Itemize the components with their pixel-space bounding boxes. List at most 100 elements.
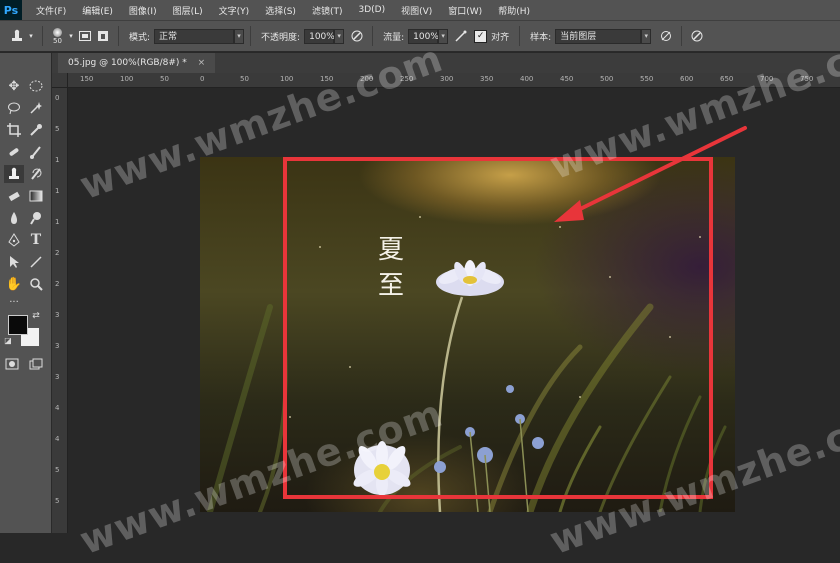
ruler-tick-label: 3: [55, 373, 60, 381]
airbrush-icon[interactable]: [452, 27, 470, 45]
type-tool-icon[interactable]: T: [26, 231, 46, 249]
hand-tool-icon[interactable]: ✋: [4, 275, 24, 293]
ruler-tick-label: 50: [240, 75, 249, 83]
ruler-tick-label: 2: [55, 249, 60, 257]
opacity-field[interactable]: 100%: [304, 28, 335, 44]
eraser-tool-icon[interactable]: [4, 187, 24, 205]
brush-panel-icon[interactable]: [76, 27, 94, 45]
menu-type[interactable]: 文字(Y): [211, 4, 258, 17]
blur-tool-icon[interactable]: [4, 209, 24, 227]
mode-select[interactable]: 正常: [154, 28, 235, 44]
menu-help[interactable]: 帮助(H): [490, 4, 538, 17]
brush-size: 50: [53, 36, 62, 45]
ruler-tick-label: 5: [55, 466, 60, 474]
ruler-tick-label: 1: [55, 218, 60, 226]
brush-tool-icon[interactable]: [26, 143, 46, 161]
screen-mode-icon[interactable]: [26, 355, 46, 373]
divider: [42, 26, 43, 46]
document-title: 05.jpg @ 100%(RGB/8#): [68, 58, 180, 68]
ruler-tick-label: 0: [200, 75, 205, 83]
dodge-tool-icon[interactable]: [26, 209, 46, 227]
ruler-tick-label: 1: [55, 156, 60, 164]
ruler-tick-label: 400: [520, 75, 534, 83]
ruler-tick-label: 550: [640, 75, 654, 83]
magic-wand-icon[interactable]: [26, 99, 46, 117]
ruler-tick-label: 3: [55, 342, 60, 350]
pen-tool-icon[interactable]: [4, 231, 24, 249]
ruler-tick-label: 150: [80, 75, 94, 83]
ruler-tick-label: 1: [55, 187, 60, 195]
menu-window[interactable]: 窗口(W): [440, 4, 490, 17]
ignore-adjustment-layers-icon[interactable]: [657, 27, 675, 45]
menu-filter[interactable]: 滤镜(T): [304, 4, 351, 17]
crop-tool-icon[interactable]: [4, 121, 24, 139]
chevron-down-icon[interactable]: ▾: [26, 27, 36, 45]
photoshop-logo[interactable]: Ps: [0, 0, 22, 20]
divider: [681, 26, 683, 46]
ruler-tick-label: 350: [480, 75, 494, 83]
foreground-color-swatch[interactable]: [8, 315, 28, 335]
menu-edit[interactable]: 编辑(E): [74, 4, 121, 17]
healing-brush-icon[interactable]: [4, 143, 24, 161]
ruler-tick-label: 2: [55, 280, 60, 288]
eyedropper-icon[interactable]: [26, 121, 46, 139]
ruler-tick-label: 100: [120, 75, 134, 83]
gradient-tool-icon[interactable]: [26, 187, 46, 205]
pressure-size-icon[interactable]: [688, 27, 706, 45]
menu-layer[interactable]: 图层(L): [165, 4, 211, 17]
menu-image[interactable]: 图像(I): [121, 4, 165, 17]
menu-view[interactable]: 视图(V): [393, 4, 440, 17]
clone-source-icon[interactable]: [94, 27, 112, 45]
aligned-label: 对齐: [491, 32, 510, 43]
chevron-down-icon[interactable]: ▾: [334, 28, 345, 44]
lasso-tool-icon[interactable]: [4, 99, 24, 117]
brush-preset-picker[interactable]: 50: [53, 27, 62, 45]
chevron-down-icon[interactable]: ▾: [438, 28, 449, 44]
vertical-ruler[interactable]: 0 5 1 1 1 2 2 3 3 3 4 4 5 5: [52, 88, 68, 533]
close-icon[interactable]: ×: [198, 58, 206, 68]
menu-3d[interactable]: 3D(D): [350, 5, 393, 15]
document-tab[interactable]: 05.jpg @ 100%(RGB/8#) * ×: [58, 53, 216, 73]
soft-brush-icon: [53, 27, 62, 37]
path-selection-icon[interactable]: [4, 253, 24, 271]
ruler-tick-label: 4: [55, 435, 60, 443]
divider: [118, 26, 119, 46]
ruler-tick-label: 4: [55, 404, 60, 412]
swap-colors-icon[interactable]: ⇄: [30, 311, 42, 321]
ruler-tick-label: 50: [160, 75, 169, 83]
ruler-corner[interactable]: [52, 73, 68, 88]
ruler-tick-label: 5: [55, 125, 60, 133]
divider: [372, 26, 374, 46]
chevron-down-icon[interactable]: ▾: [66, 27, 76, 45]
quick-mask-icon[interactable]: [2, 355, 22, 373]
line-tool-icon[interactable]: [26, 253, 46, 271]
flow-label: 流量:: [383, 32, 405, 43]
pressure-opacity-icon[interactable]: [348, 27, 366, 45]
more-tools-icon[interactable]: ···: [4, 293, 24, 311]
clone-stamp-tool-icon[interactable]: [4, 165, 24, 183]
menu-file[interactable]: 文件(F): [28, 4, 74, 17]
opacity-label: 不透明度:: [261, 32, 301, 43]
divider: [250, 26, 252, 46]
stamp-icon[interactable]: [8, 27, 26, 45]
ruler-tick-label: 600: [680, 75, 694, 83]
sample-select[interactable]: 当前图层: [555, 28, 642, 44]
ruler-tick-label: 3: [55, 311, 60, 319]
move-tool-icon[interactable]: ✥: [4, 77, 24, 95]
ruler-tick-label: 0: [55, 94, 60, 102]
ruler-tick-label: 500: [600, 75, 614, 83]
chevron-down-icon[interactable]: ▾: [234, 28, 245, 44]
chevron-down-icon[interactable]: ▾: [641, 28, 652, 44]
menu-select[interactable]: 选择(S): [257, 4, 304, 17]
marquee-tool-icon[interactable]: [26, 77, 46, 95]
modified-marker: *: [182, 58, 187, 68]
aligned-checkbox[interactable]: ✓: [474, 29, 488, 43]
default-colors-icon[interactable]: ◪: [2, 335, 14, 345]
zoom-tool-icon[interactable]: [26, 275, 46, 293]
ruler-tick-label: 450: [560, 75, 574, 83]
history-brush-icon[interactable]: [26, 165, 46, 183]
mode-label: 模式:: [129, 32, 151, 43]
menu-bar: Ps 文件(F) 编辑(E) 图像(I) 图层(L) 文字(Y) 选择(S) 滤…: [0, 0, 840, 20]
tools-panel: ✥ T ✋ ··· ⇄ ◪: [0, 53, 52, 533]
ruler-tick-label: 100: [280, 75, 294, 83]
